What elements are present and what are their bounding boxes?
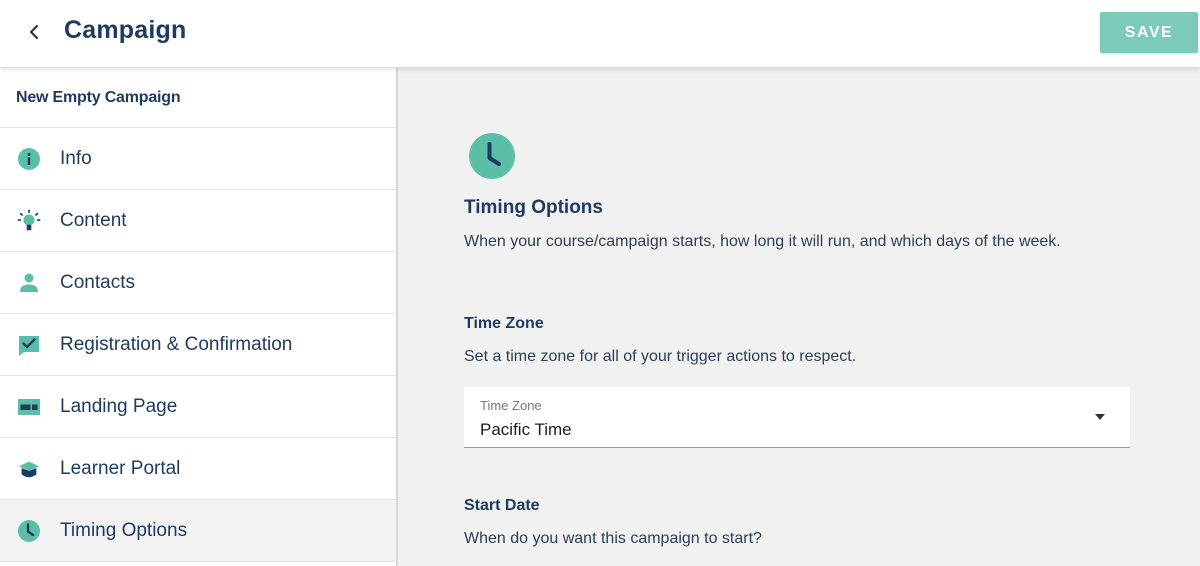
main-content: Timing Options When your course/campaign… bbox=[400, 68, 1200, 566]
sidebar-item-label: Landing Page bbox=[60, 395, 178, 417]
person-icon bbox=[17, 271, 41, 295]
back-button[interactable] bbox=[18, 18, 50, 46]
info-icon bbox=[17, 147, 41, 171]
caret-down-icon bbox=[1095, 414, 1105, 420]
time-zone-select[interactable]: Time Zone Pacific Time bbox=[464, 387, 1130, 448]
time-zone-value: Pacific Time bbox=[480, 420, 572, 439]
time-zone-description: Set a time zone for all of your trigger … bbox=[464, 348, 857, 365]
time-zone-field-label: Time Zone bbox=[480, 398, 542, 413]
check-box-icon bbox=[17, 333, 41, 357]
sidebar-item-label: Info bbox=[60, 147, 92, 169]
clock-icon bbox=[469, 133, 515, 179]
top-bar: Campaign SAVE bbox=[0, 0, 1200, 68]
start-date-description: When do you want this campaign to start? bbox=[464, 530, 762, 547]
sidebar-item-label: Timing Options bbox=[60, 519, 188, 541]
sidebar-item-registration-confirmation[interactable]: Registration & Confirmation bbox=[0, 314, 396, 376]
web-page-icon bbox=[17, 395, 41, 419]
start-date-heading: Start Date bbox=[464, 497, 540, 514]
sidebar-item-label: Content bbox=[60, 209, 127, 231]
sidebar-item-timing-options[interactable]: Timing Options bbox=[0, 500, 396, 562]
chevron-left-icon bbox=[29, 24, 39, 40]
timing-options-description: When your course/campaign starts, how lo… bbox=[464, 233, 1061, 250]
sidebar-item-label: Learner Portal bbox=[60, 457, 181, 479]
save-button[interactable]: SAVE bbox=[1100, 12, 1198, 53]
sidebar-item-landing-page[interactable]: Landing Page bbox=[0, 376, 396, 438]
time-zone-heading: Time Zone bbox=[464, 315, 544, 332]
timing-options-heading: Timing Options bbox=[464, 197, 603, 218]
sidebar-item-contacts[interactable]: Contacts bbox=[0, 252, 396, 314]
sidebar-item-label: Contacts bbox=[60, 271, 135, 293]
clock-icon bbox=[17, 519, 41, 543]
graduation-cap-icon bbox=[17, 457, 41, 481]
sidebar-item-learner-portal[interactable]: Learner Portal bbox=[0, 438, 396, 500]
lightbulb-icon bbox=[17, 209, 41, 233]
sidebar-item-info[interactable]: Info bbox=[0, 128, 396, 190]
sidebar-item-content[interactable]: Content bbox=[0, 190, 396, 252]
sidebar-item-label: Registration & Confirmation bbox=[60, 333, 293, 355]
sidebar: New Empty Campaign Info Content Contacts… bbox=[0, 68, 398, 566]
page-title: Campaign bbox=[64, 16, 187, 44]
campaign-name: New Empty Campaign bbox=[0, 68, 396, 128]
